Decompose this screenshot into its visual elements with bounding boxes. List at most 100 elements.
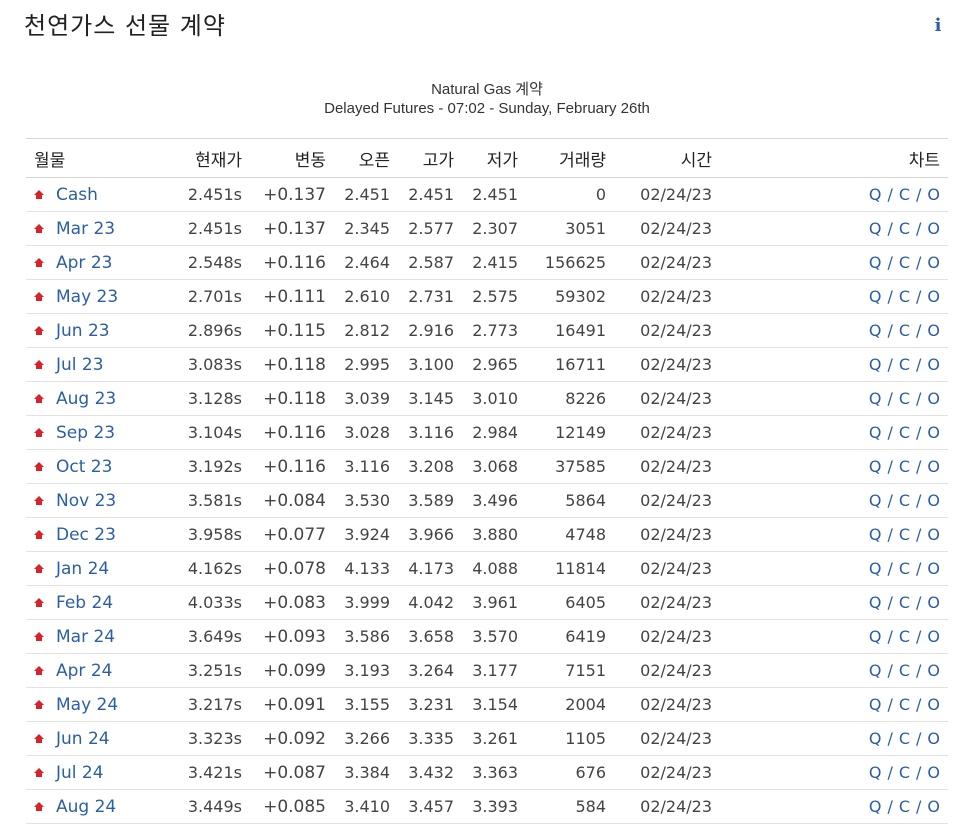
options-link[interactable]: O: [927, 253, 940, 272]
quote-link[interactable]: Q: [869, 287, 882, 306]
chart-link[interactable]: C: [899, 661, 910, 680]
chart-links: Q / C / O: [720, 755, 948, 790]
chart-link[interactable]: C: [899, 219, 910, 238]
contract-link[interactable]: Cash: [56, 185, 98, 205]
volume: 4748: [526, 517, 614, 552]
price-change: +0.093: [250, 619, 334, 654]
options-link[interactable]: O: [927, 185, 940, 204]
contract-link[interactable]: Dec 23: [56, 525, 116, 545]
chart-link[interactable]: C: [899, 423, 910, 442]
chart-link[interactable]: C: [899, 355, 910, 374]
quote-link[interactable]: Q: [869, 321, 882, 340]
options-link[interactable]: O: [927, 287, 940, 306]
volume: 16491: [526, 313, 614, 348]
options-link[interactable]: O: [927, 355, 940, 374]
quote-link[interactable]: Q: [869, 253, 882, 272]
options-link[interactable]: O: [927, 491, 940, 510]
chart-link[interactable]: C: [899, 389, 910, 408]
chart-link[interactable]: C: [899, 729, 910, 748]
chart-link[interactable]: C: [899, 321, 910, 340]
contract-link[interactable]: Jun 24: [56, 729, 110, 749]
options-link[interactable]: O: [927, 797, 940, 816]
volume: 5864: [526, 483, 614, 518]
quote-time: 02/24/23: [614, 585, 720, 620]
contract-link[interactable]: Oct 23: [56, 457, 112, 477]
options-link[interactable]: O: [927, 321, 940, 340]
options-link[interactable]: O: [927, 661, 940, 680]
price-change: +0.083: [250, 585, 334, 620]
arrow-up-icon: [34, 257, 44, 267]
options-link[interactable]: O: [927, 729, 940, 748]
volume: 59302: [526, 279, 614, 314]
quote-link[interactable]: Q: [869, 559, 882, 578]
contract-link[interactable]: Apr 24: [56, 661, 112, 681]
options-link[interactable]: O: [927, 695, 940, 714]
chart-link[interactable]: C: [899, 627, 910, 646]
contract-link[interactable]: May 23: [56, 287, 118, 307]
contract-link[interactable]: Jun 23: [56, 321, 110, 341]
options-link[interactable]: O: [927, 219, 940, 238]
chart-link[interactable]: C: [899, 185, 910, 204]
contract-cell: Jun 24: [26, 721, 154, 756]
chart-link[interactable]: C: [899, 695, 910, 714]
info-icon[interactable]: i: [928, 14, 948, 38]
quote-link[interactable]: Q: [869, 423, 882, 442]
contract-link[interactable]: Jan 24: [56, 559, 109, 579]
chart-links: Q / C / O: [720, 211, 948, 246]
quote-link[interactable]: Q: [869, 729, 882, 748]
options-link[interactable]: O: [927, 389, 940, 408]
quote-link[interactable]: Q: [869, 627, 882, 646]
options-link[interactable]: O: [927, 593, 940, 612]
contract-link[interactable]: Feb 24: [56, 593, 113, 613]
chart-link[interactable]: C: [899, 253, 910, 272]
high-price: 3.208: [398, 449, 462, 484]
open-price: 3.384: [334, 755, 398, 790]
volume: 8226: [526, 381, 614, 416]
options-link[interactable]: O: [927, 457, 940, 476]
chart-link[interactable]: C: [899, 763, 910, 782]
quote-link[interactable]: Q: [869, 355, 882, 374]
arrow-up-icon: [34, 359, 44, 369]
contract-link[interactable]: Mar 24: [56, 627, 115, 647]
options-link[interactable]: O: [927, 763, 940, 782]
quote-link[interactable]: Q: [869, 695, 882, 714]
quote-link[interactable]: Q: [869, 593, 882, 612]
quote-link[interactable]: Q: [869, 491, 882, 510]
arrow-up-icon: [34, 801, 44, 811]
contract-link[interactable]: Jul 24: [56, 763, 104, 783]
last-price: 3.421s: [154, 755, 250, 790]
high-price: 4.042: [398, 585, 462, 620]
quote-link[interactable]: Q: [869, 457, 882, 476]
contract-link[interactable]: Aug 23: [56, 389, 116, 409]
chart-link[interactable]: C: [899, 457, 910, 476]
contract-link[interactable]: Nov 23: [56, 491, 116, 511]
options-link[interactable]: O: [927, 423, 940, 442]
chart-link[interactable]: C: [899, 797, 910, 816]
contract-link[interactable]: Jul 23: [56, 355, 104, 375]
chart-link[interactable]: C: [899, 593, 910, 612]
options-link[interactable]: O: [927, 627, 940, 646]
contract-link[interactable]: Aug 24: [56, 797, 116, 817]
options-link[interactable]: O: [927, 559, 940, 578]
quote-link[interactable]: Q: [869, 389, 882, 408]
quote-link[interactable]: Q: [869, 661, 882, 680]
chart-link[interactable]: C: [899, 559, 910, 578]
contract-link[interactable]: Mar 23: [56, 219, 115, 239]
quote-link[interactable]: Q: [869, 525, 882, 544]
link-separator: /: [887, 525, 893, 544]
options-link[interactable]: O: [927, 525, 940, 544]
contract-link[interactable]: May 24: [56, 695, 118, 715]
contract-link[interactable]: Apr 23: [56, 253, 112, 273]
quote-link[interactable]: Q: [869, 219, 882, 238]
chart-link[interactable]: C: [899, 287, 910, 306]
price-change: +0.118: [250, 381, 334, 416]
open-price: 2.995: [334, 347, 398, 382]
open-price: 3.530: [334, 483, 398, 518]
quote-link[interactable]: Q: [869, 185, 882, 204]
quote-link[interactable]: Q: [869, 763, 882, 782]
quote-link[interactable]: Q: [869, 797, 882, 816]
contract-link[interactable]: Sep 23: [56, 423, 115, 443]
chart-link[interactable]: C: [899, 525, 910, 544]
link-separator: /: [887, 695, 893, 714]
chart-link[interactable]: C: [899, 491, 910, 510]
